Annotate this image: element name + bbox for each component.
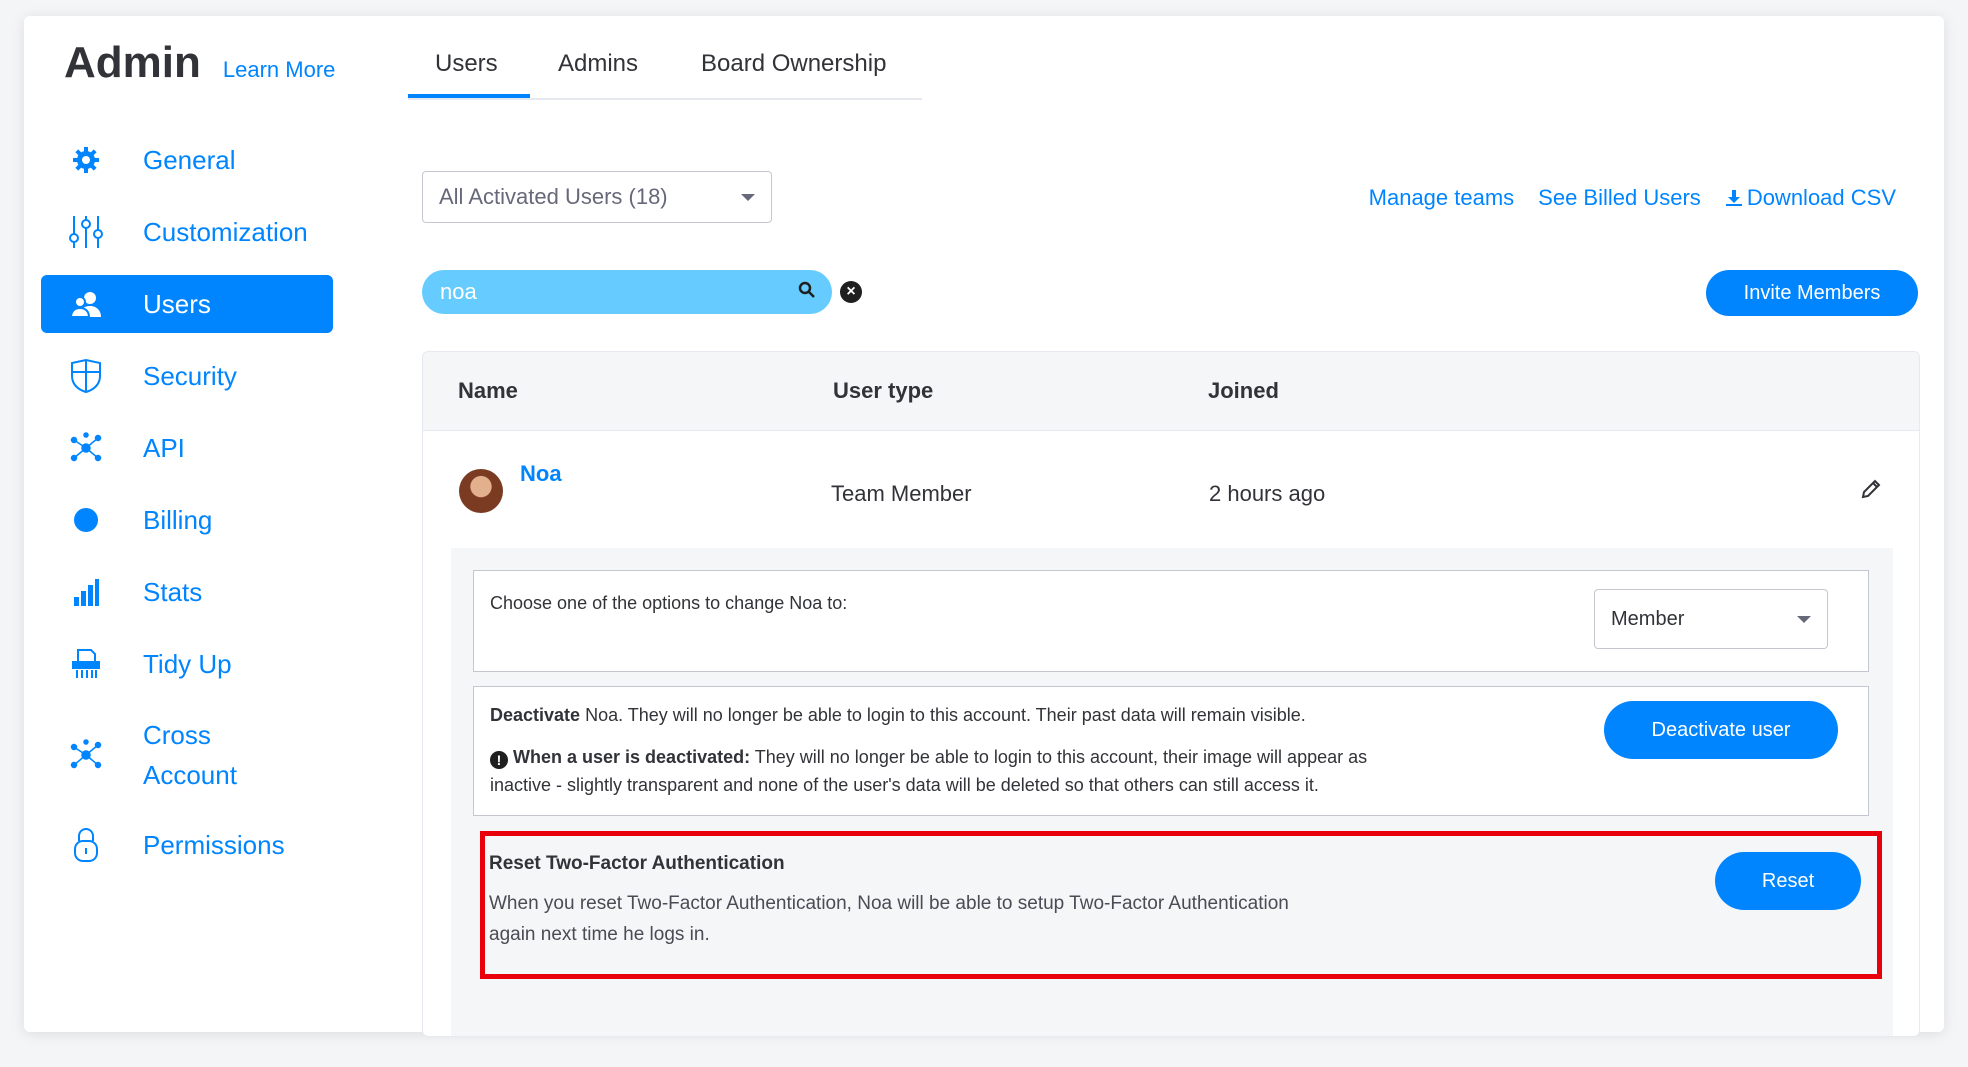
- role-select-value: Member: [1611, 607, 1685, 630]
- sidebar-item-users[interactable]: Users: [41, 275, 333, 333]
- deactivate-description: Noa. They will no longer be able to logi…: [580, 705, 1306, 725]
- sidebar-item-security[interactable]: Security: [41, 347, 333, 405]
- sidebar-item-permissions[interactable]: Permissions: [41, 816, 333, 874]
- sidebar-item-stats[interactable]: Stats: [41, 563, 333, 621]
- column-header-joined: Joined: [1208, 378, 1279, 403]
- deactivate-note-label: When a user is deactivated:: [513, 747, 751, 767]
- deactivate-note: ! When a user is deactivated: They will …: [490, 743, 1367, 799]
- sidebar-item-label: Users: [143, 288, 211, 319]
- sidebar-item-label-line1: Cross: [143, 720, 211, 750]
- info-circle-icon: !: [490, 751, 508, 769]
- download-csv-label: Download CSV: [1746, 185, 1896, 210]
- sidebar-item-tidy-up[interactable]: Tidy Up: [41, 635, 333, 693]
- learn-more-link[interactable]: Learn More: [223, 57, 336, 83]
- chevron-down-icon: [1797, 616, 1811, 623]
- sliders-icon: [61, 214, 111, 250]
- brand-header: Admin Learn More: [64, 38, 335, 88]
- page-title: Admin: [64, 38, 201, 87]
- tab-board-ownership[interactable]: Board Ownership: [701, 50, 886, 78]
- active-tab-indicator: [408, 94, 530, 98]
- reset-2fa-panel: Reset Two-Factor Authentication When you…: [473, 830, 1869, 970]
- edit-pencil-icon[interactable]: [1859, 477, 1883, 506]
- billing-icon: [61, 507, 111, 533]
- table-header: Name User type Joined: [423, 352, 1919, 431]
- sidebar-item-customization[interactable]: Customization: [41, 203, 333, 261]
- shredder-icon: [61, 648, 111, 680]
- sidebar-item-billing[interactable]: Billing: [41, 491, 333, 549]
- sidebar-item-label: Permissions: [143, 829, 285, 860]
- sidebar-item-label: Billing: [143, 504, 213, 535]
- gear-icon: [61, 145, 111, 175]
- deactivate-panel: Deactivate Noa. They will no longer be a…: [473, 686, 1869, 816]
- table-row: Noa Team Member 2 hours ago: [423, 431, 1919, 549]
- user-search-field[interactable]: noa: [422, 270, 832, 314]
- joined-value: 2 hours ago: [1209, 481, 1326, 506]
- reset-2fa-line2: again next time he logs in.: [489, 924, 710, 945]
- user-type-value: Team Member: [831, 481, 972, 506]
- user-filter-value: All Activated Users (18): [439, 184, 668, 209]
- download-csv-link[interactable]: Download CSV: [1725, 185, 1896, 211]
- user-name-link[interactable]: Noa: [520, 461, 562, 487]
- sidebar-item-label: Security: [143, 360, 237, 391]
- reset-2fa-description: When you reset Two-Factor Authentication…: [489, 888, 1289, 950]
- top-links: Manage teams See Billed Users Download C…: [1369, 185, 1896, 211]
- manage-teams-link[interactable]: Manage teams: [1369, 185, 1515, 211]
- sidebar-item-label: Customization: [143, 216, 308, 247]
- column-header-user-type: User type: [833, 378, 934, 403]
- deactivate-label: Deactivate: [490, 705, 581, 725]
- tab-admins[interactable]: Admins: [558, 50, 638, 78]
- stats-icon: [61, 577, 111, 607]
- network-icon: [61, 739, 111, 771]
- deactivate-note-line1: They will no longer be able to login to …: [750, 747, 1368, 767]
- column-header-name: Name: [458, 378, 518, 403]
- chevron-down-icon: [741, 194, 755, 201]
- change-role-text: Choose one of the options to change Noa …: [490, 593, 848, 613]
- user-details-panel: Choose one of the options to change Noa …: [451, 548, 1893, 1036]
- users-icon: [61, 289, 111, 319]
- sidebar-item-label: Cross Account: [143, 715, 237, 795]
- change-role-panel: Choose one of the options to change Noa …: [473, 570, 1869, 672]
- search-icon[interactable]: [798, 279, 816, 305]
- api-icon: [61, 432, 111, 464]
- deactivate-user-button[interactable]: Deactivate user: [1604, 701, 1838, 759]
- tab-bar: Users Admins Board Ownership: [408, 34, 922, 100]
- role-select[interactable]: Member: [1594, 589, 1828, 649]
- reset-2fa-line1: When you reset Two-Factor Authentication…: [489, 893, 1289, 914]
- sidebar-item-label: General: [143, 144, 236, 175]
- sidebar-item-label: Tidy Up: [143, 648, 232, 679]
- user-filter-select[interactable]: All Activated Users (18): [422, 171, 772, 223]
- clear-search-icon[interactable]: ×: [840, 281, 862, 303]
- search-input[interactable]: noa: [440, 279, 798, 305]
- deactivate-text: Deactivate Noa. They will no longer be a…: [490, 701, 1306, 729]
- reset-2fa-title: Reset Two-Factor Authentication: [489, 853, 785, 874]
- invite-members-button[interactable]: Invite Members: [1706, 270, 1918, 316]
- sidebar-item-label: API: [143, 432, 185, 463]
- deactivate-note-line2: inactive - slightly transparent and none…: [490, 775, 1319, 795]
- shield-icon: [61, 358, 111, 394]
- reset-2fa-button[interactable]: Reset: [1715, 852, 1861, 910]
- sidebar-item-api[interactable]: API: [41, 419, 333, 477]
- avatar: [459, 469, 503, 513]
- tab-users[interactable]: Users: [435, 50, 498, 78]
- lock-icon: [61, 827, 111, 863]
- sidebar-item-label: Stats: [143, 576, 203, 607]
- sidebar-item-cross-account[interactable]: Cross Account: [41, 710, 333, 800]
- users-table: Name User type Joined Noa Team Member 2 …: [422, 351, 1920, 1037]
- sidebar-item-general[interactable]: General: [41, 131, 333, 189]
- sidebar-item-label-line2: Account: [143, 760, 237, 790]
- download-icon: [1725, 190, 1742, 206]
- see-billed-users-link[interactable]: See Billed Users: [1538, 185, 1701, 211]
